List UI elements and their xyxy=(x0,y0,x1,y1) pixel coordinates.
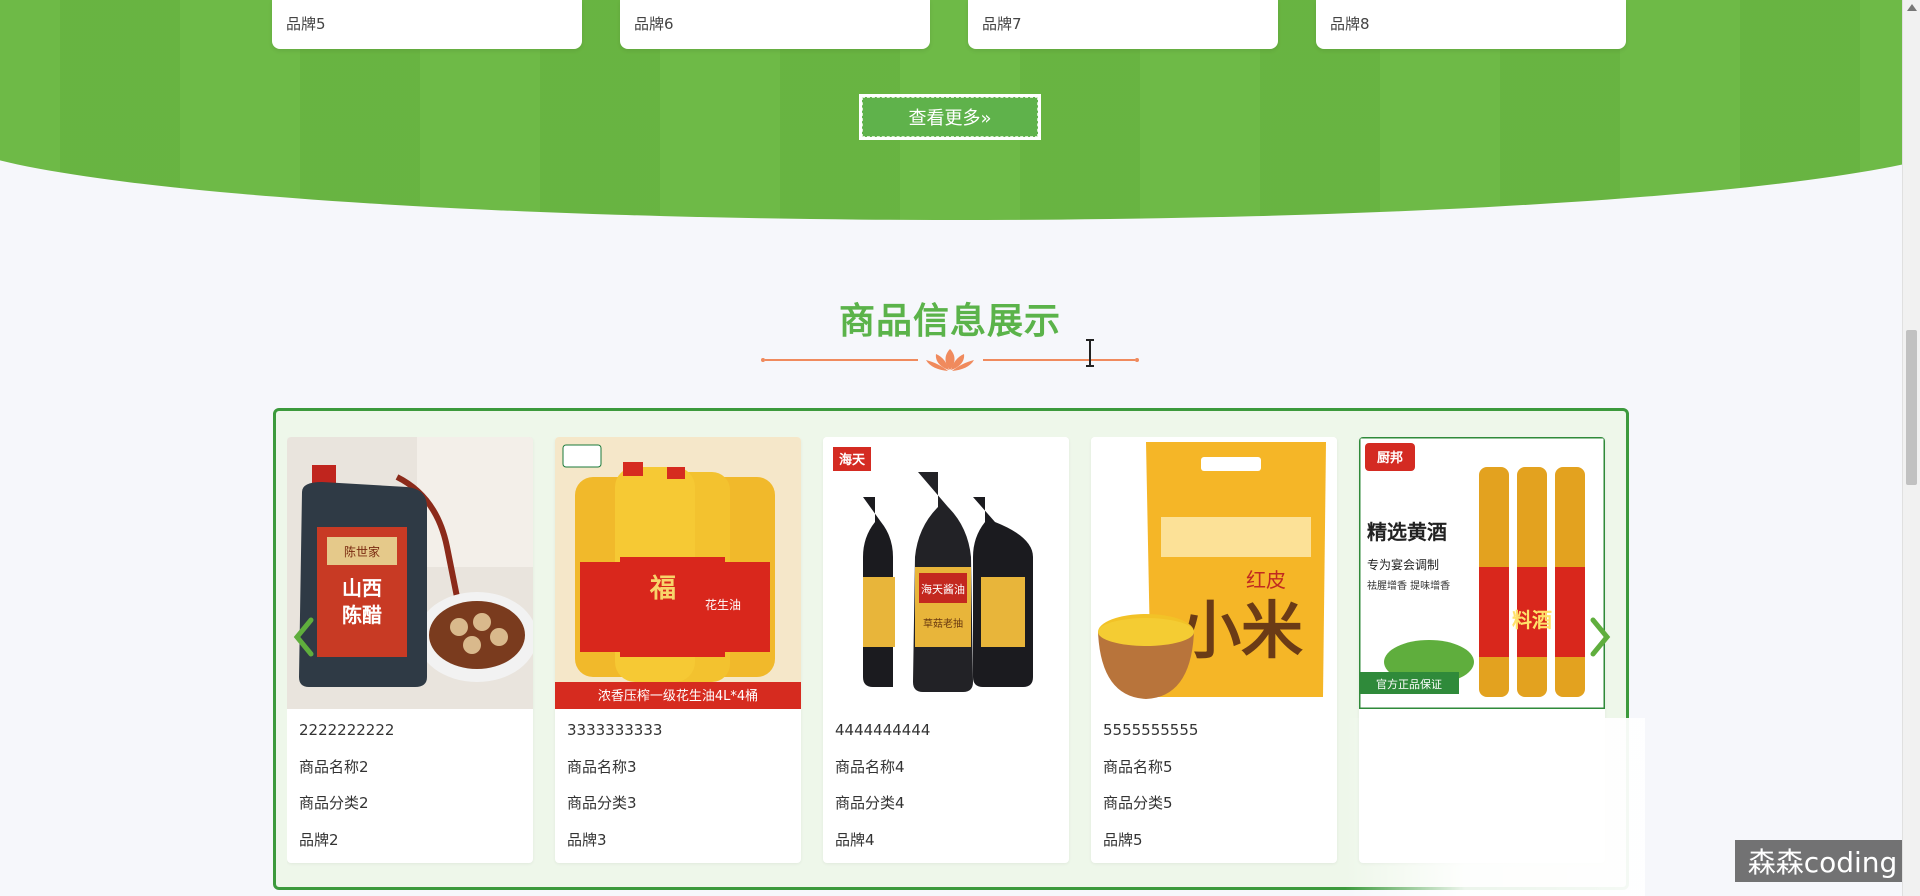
product-brand: 品牌4 xyxy=(835,830,875,849)
wine-title-text: 精选黄酒 xyxy=(1367,520,1447,544)
scrollbar-thumb[interactable] xyxy=(1906,330,1917,485)
product-code: 3333333333 xyxy=(567,721,663,739)
carousel-prev-icon[interactable] xyxy=(289,612,319,662)
vinegar-text-2: 陈醋 xyxy=(342,603,382,627)
product-image-vinegar: 陈世家 山西 陈醋 xyxy=(287,437,533,709)
product-name: 商品名称2 xyxy=(299,757,369,776)
soy-brand-text: 海天 xyxy=(839,452,866,468)
wine-sub-text: 专为宴会调制 xyxy=(1367,557,1439,572)
brand-label: 品牌5 xyxy=(286,15,326,33)
product-category: 商品分类4 xyxy=(835,794,905,812)
watermark: 森森coding xyxy=(1735,840,1910,882)
product-name: 商品名称4 xyxy=(835,757,905,776)
product-image-soy-sauce: 海天 海天酱油 草菇老抽 xyxy=(823,437,1069,709)
product-code: 2222222222 xyxy=(299,721,395,739)
product-name: 商品名称3 xyxy=(567,757,637,776)
product-image-cooking-wine: 厨邦 精选黄酒 专为宴会调制 祛腥增香 提味增香 料酒 官方正品保证 xyxy=(1359,437,1605,709)
vinegar-text-1: 山西 xyxy=(342,576,382,600)
view-more-label: 查看更多» xyxy=(908,108,992,129)
product-card[interactable]: 小米 红皮 5555555555 商品名称5 商品分类5 品牌5 xyxy=(1091,437,1337,863)
brand-card[interactable]: 品牌6 xyxy=(620,0,930,49)
product-name: 商品名称5 xyxy=(1103,757,1173,776)
product-card[interactable]: 陈世家 山西 陈醋 2222222222 商品名称2 商品分类2 品牌2 xyxy=(287,437,533,863)
text-cursor-icon xyxy=(1086,339,1094,367)
wine-sub2-text: 祛腥增香 提味增香 xyxy=(1367,579,1450,592)
product-code: 5555555555 xyxy=(1103,721,1199,739)
millet-label-text: 小米 xyxy=(1179,594,1303,667)
product-code: 4444444444 xyxy=(835,721,931,739)
product-brand: 品牌3 xyxy=(567,830,607,849)
carousel-next-icon[interactable] xyxy=(1585,612,1615,662)
product-brand: 品牌2 xyxy=(299,830,339,849)
blur-overlay xyxy=(1345,718,1645,896)
oil-banner-text: 浓香压榨一级花生油4L*4桶 xyxy=(598,688,758,704)
brand-card[interactable]: 品牌5 xyxy=(272,0,582,49)
soy-sub-label-text: 草菇老抽 xyxy=(923,617,963,630)
product-brand: 品牌5 xyxy=(1103,830,1143,849)
brand-card[interactable]: 品牌8 xyxy=(1316,0,1626,49)
wine-guarantee-text: 官方正品保证 xyxy=(1376,677,1442,691)
view-more-button[interactable]: 查看更多» xyxy=(859,94,1041,140)
brand-label: 品牌6 xyxy=(634,15,674,33)
product-image-peanut-oil: 福 花生油 浓香压榨一级花生油4L*4桶 xyxy=(555,437,801,709)
scroll-up-icon[interactable] xyxy=(1907,4,1917,11)
brand-label: 品牌7 xyxy=(982,15,1022,33)
oil-label-text: 花生油 xyxy=(705,597,741,612)
product-category: 商品分类3 xyxy=(567,794,637,812)
section-title: 商品信息展示 xyxy=(838,301,1061,342)
product-category: 商品分类2 xyxy=(299,794,369,812)
millet-red-label-text: 红皮 xyxy=(1246,568,1286,592)
page-scrollbar[interactable] xyxy=(1902,0,1920,896)
vinegar-brand-text: 陈世家 xyxy=(344,544,380,559)
brand-label: 品牌8 xyxy=(1330,15,1370,33)
oil-logo-text: 福 xyxy=(649,574,676,604)
brand-card-row: 品牌5 品牌6 品牌7 品牌8 xyxy=(272,0,1626,49)
product-card[interactable]: 福 花生油 浓香压榨一级花生油4L*4桶 3333333333 商品名称3 商品… xyxy=(555,437,801,863)
brand-card[interactable]: 品牌7 xyxy=(968,0,1278,49)
wine-label-text: 料酒 xyxy=(1512,608,1552,632)
product-image-millet: 小米 红皮 xyxy=(1091,437,1337,709)
product-card[interactable]: 海天 海天酱油 草菇老抽 4444444444 商品名称4 商品分类4 品牌4 xyxy=(823,437,1069,863)
wine-brand-text: 厨邦 xyxy=(1377,450,1403,466)
product-category: 商品分类5 xyxy=(1103,794,1173,812)
soy-label-text: 海天酱油 xyxy=(921,582,965,596)
